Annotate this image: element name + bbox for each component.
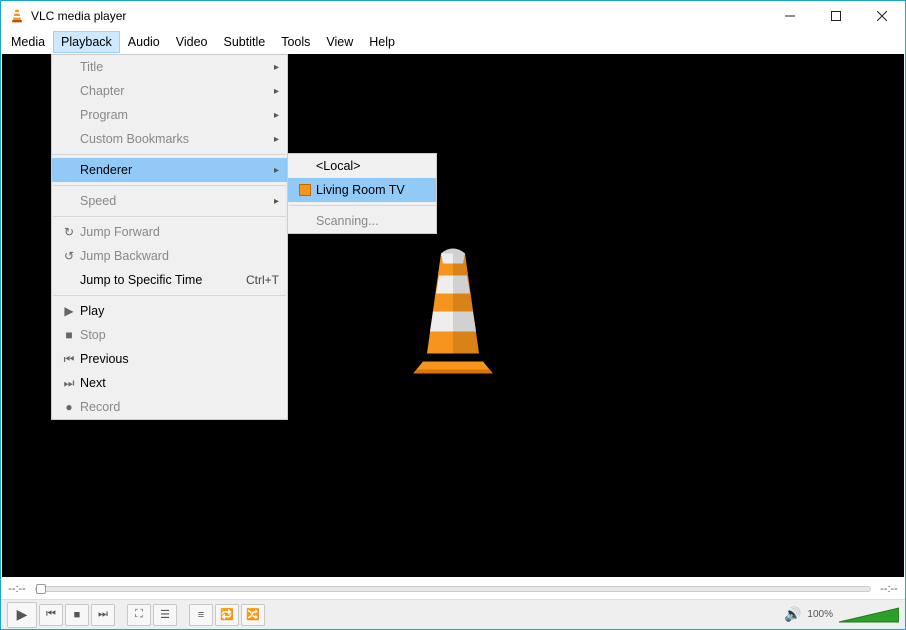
- menu-item-program[interactable]: Program▸: [52, 103, 287, 127]
- previous-icon: ⏮: [46, 608, 56, 621]
- renderer-living-room-tv[interactable]: Living Room TV: [288, 178, 436, 202]
- menu-item-jump-forward[interactable]: ↻Jump Forward: [52, 220, 287, 244]
- chevron-right-icon: ▸: [274, 165, 279, 176]
- play-icon: ▶: [58, 304, 80, 318]
- menu-audio[interactable]: Audio: [120, 31, 168, 53]
- bottom-toolbar: ▶ ⏮ ■ ⏭ ⛶ ☰ ≡ 🔁 🔀 🔊 100%: [1, 599, 905, 629]
- menubar: Media Playback Audio Video Subtitle Tool…: [1, 31, 905, 53]
- stop-button[interactable]: ■: [65, 604, 89, 626]
- seek-track[interactable]: [35, 586, 871, 592]
- playback-dropdown: Title▸ Chapter▸ Program▸ Custom Bookmark…: [51, 54, 288, 420]
- total-time: --:--: [877, 583, 901, 595]
- loop-icon: 🔁: [220, 608, 234, 621]
- menu-item-jump-specific[interactable]: Jump to Specific TimeCtrl+T: [52, 268, 287, 292]
- fullscreen-icon: ⛶: [135, 608, 143, 621]
- stop-icon: ■: [74, 609, 81, 621]
- app-icon: [9, 8, 25, 24]
- menu-separator: [53, 154, 286, 155]
- loop-button[interactable]: 🔁: [215, 604, 239, 626]
- menu-separator: [53, 216, 286, 217]
- playlist-icon: ≡: [198, 609, 204, 621]
- menu-media[interactable]: Media: [3, 31, 53, 53]
- menu-tools[interactable]: Tools: [273, 31, 318, 53]
- menu-separator: [53, 295, 286, 296]
- vlc-cone-logo: [393, 243, 513, 388]
- renderer-scanning: Scanning...: [288, 209, 436, 233]
- chevron-right-icon: ▸: [274, 110, 279, 121]
- next-button[interactable]: ⏭: [91, 604, 115, 626]
- chevron-right-icon: ▸: [274, 62, 279, 73]
- window-controls: [767, 1, 905, 31]
- close-button[interactable]: [859, 1, 905, 31]
- record-icon: ●: [58, 400, 80, 414]
- elapsed-time: --:--: [5, 583, 29, 595]
- jump-backward-icon: ↺: [58, 249, 80, 263]
- menu-item-record[interactable]: ●Record: [52, 395, 287, 419]
- menu-view[interactable]: View: [318, 31, 361, 53]
- playlist-button[interactable]: ≡: [189, 604, 213, 626]
- extended-settings-button[interactable]: ☰: [153, 604, 177, 626]
- chevron-right-icon: ▸: [274, 86, 279, 97]
- titlebar: VLC media player: [1, 1, 905, 31]
- menu-separator: [53, 185, 286, 186]
- seek-thumb[interactable]: [36, 584, 46, 594]
- menu-item-stop[interactable]: ■Stop: [52, 323, 287, 347]
- menu-item-renderer[interactable]: Renderer▸: [52, 158, 287, 182]
- volume-slider[interactable]: [839, 606, 899, 624]
- previous-icon: ⏮: [58, 352, 80, 367]
- menu-subtitle[interactable]: Subtitle: [216, 31, 274, 53]
- previous-button[interactable]: ⏮: [39, 604, 63, 626]
- menu-separator: [289, 205, 435, 206]
- play-icon: ▶: [17, 606, 28, 623]
- menu-item-next[interactable]: ⏭Next: [52, 371, 287, 395]
- speaker-icon[interactable]: 🔊: [784, 606, 801, 623]
- menu-item-jump-backward[interactable]: ↺Jump Backward: [52, 244, 287, 268]
- menu-item-chapter[interactable]: Chapter▸: [52, 79, 287, 103]
- renderer-local[interactable]: <Local>: [288, 154, 436, 178]
- menu-video[interactable]: Video: [168, 31, 216, 53]
- menu-help[interactable]: Help: [361, 31, 403, 53]
- jump-forward-icon: ↻: [58, 225, 80, 239]
- next-icon: ⏭: [98, 608, 108, 621]
- menu-item-play[interactable]: ▶Play: [52, 299, 287, 323]
- next-icon: ⏭: [58, 376, 80, 391]
- menu-item-previous[interactable]: ⏮Previous: [52, 347, 287, 371]
- menu-item-custom-bookmarks[interactable]: Custom Bookmarks▸: [52, 127, 287, 151]
- cast-icon: [294, 184, 316, 196]
- stop-icon: ■: [58, 328, 80, 342]
- fullscreen-button[interactable]: ⛶: [127, 604, 151, 626]
- play-button[interactable]: ▶: [7, 602, 37, 628]
- menu-item-speed[interactable]: Speed▸: [52, 189, 287, 213]
- menu-item-title[interactable]: Title▸: [52, 55, 287, 79]
- chevron-right-icon: ▸: [274, 134, 279, 145]
- minimize-button[interactable]: [767, 1, 813, 31]
- maximize-button[interactable]: [813, 1, 859, 31]
- chevron-right-icon: ▸: [274, 196, 279, 207]
- menu-playback[interactable]: Playback: [53, 31, 120, 53]
- volume-percent: 100%: [807, 609, 833, 620]
- window-title: VLC media player: [31, 9, 126, 23]
- seekbar: --:-- --:--: [5, 580, 901, 598]
- equalizer-icon: ☰: [160, 608, 170, 621]
- shuffle-button[interactable]: 🔀: [241, 604, 265, 626]
- shuffle-icon: 🔀: [246, 608, 260, 621]
- renderer-submenu: <Local> Living Room TV Scanning...: [287, 153, 437, 234]
- volume-area: 🔊 100%: [784, 606, 899, 624]
- shortcut-label: Ctrl+T: [246, 273, 279, 287]
